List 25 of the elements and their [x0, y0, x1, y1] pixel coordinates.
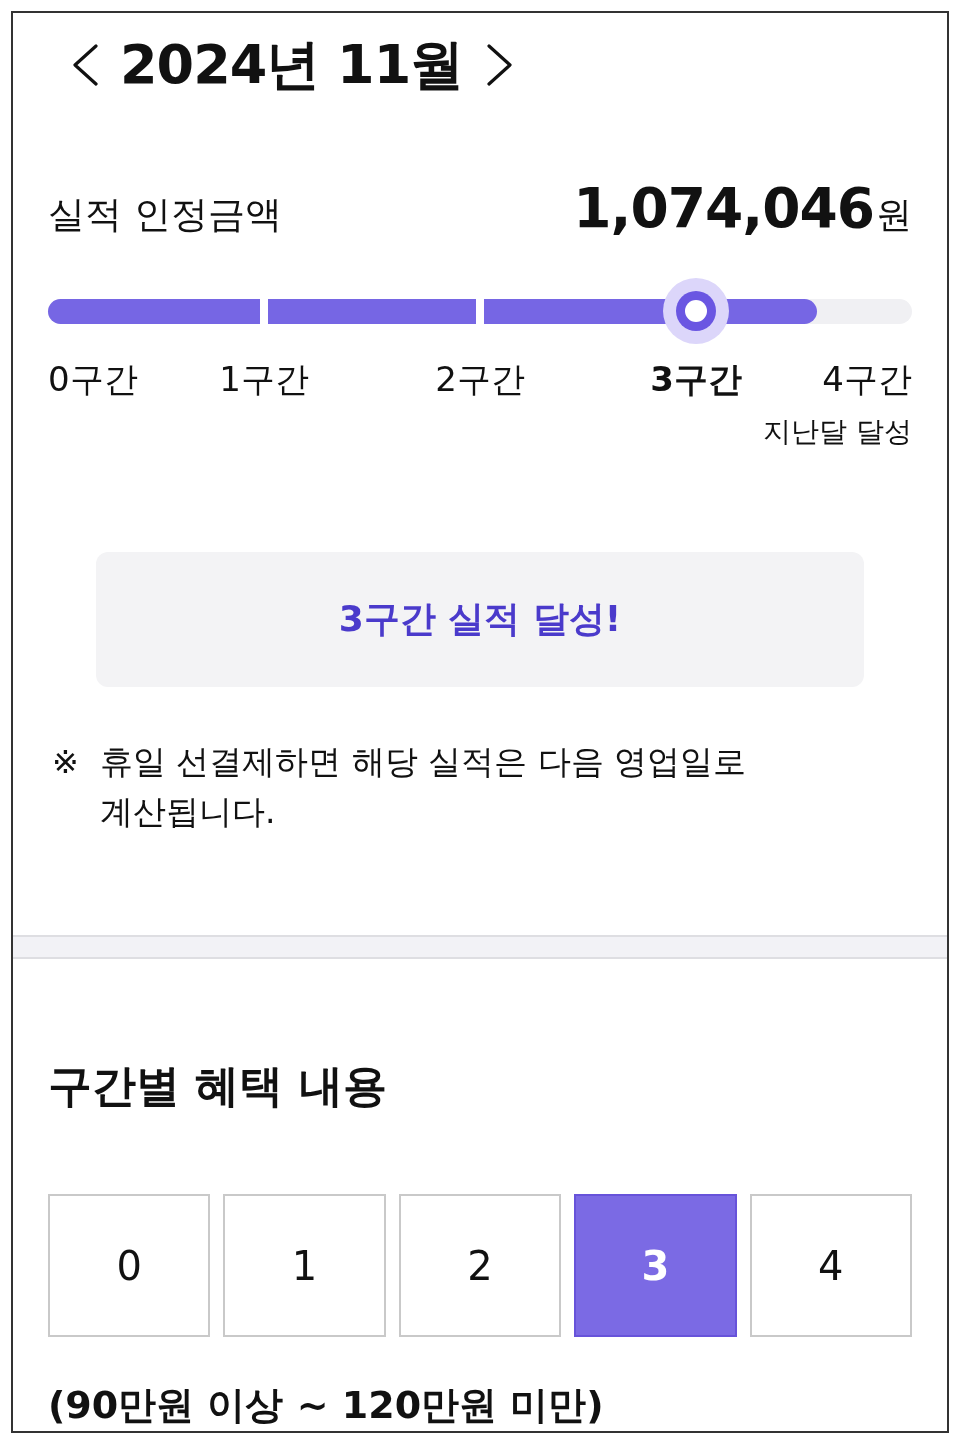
amount-value: 1,074,046 — [573, 175, 874, 242]
previous-month-button[interactable] — [72, 44, 98, 86]
section-tab[interactable]: 4 — [749, 1194, 912, 1337]
section-label: 0구간 — [48, 358, 138, 401]
section-label: 1구간 — [219, 358, 309, 401]
section-label: 2구간 — [435, 358, 525, 401]
amount-label: 실적 인정금액 — [48, 192, 282, 238]
next-month-button[interactable] — [487, 44, 514, 86]
benefits-heading: 구간별 혜택 내용 — [48, 1059, 387, 1113]
section-tab[interactable]: 1 — [223, 1194, 386, 1337]
notice-mark: ※ — [52, 742, 80, 783]
section-note: 지난달 달성 — [763, 414, 912, 450]
chevron-right-icon — [487, 44, 514, 86]
section-tab[interactable]: 2 — [398, 1194, 562, 1337]
section-label: 4구간 — [822, 358, 912, 401]
range-text: (90만원 이상 ~ 120만원 미만) — [48, 1383, 604, 1427]
chevron-left-icon — [72, 44, 98, 86]
achievement-message: 3구간 실적 달성! — [338, 597, 622, 641]
section-tab[interactable]: 3 — [574, 1194, 737, 1337]
notice-text: 휴일 선결제하면 해당 실적은 다음 영업일로 계산됩니다. — [100, 741, 748, 833]
progress-thumb — [663, 278, 729, 344]
section-tab[interactable]: 0 — [48, 1194, 211, 1337]
currency-unit: 원 — [876, 193, 912, 237]
month-title: 2024년 11월 — [120, 32, 464, 98]
section-label: 3구간 — [650, 358, 742, 401]
